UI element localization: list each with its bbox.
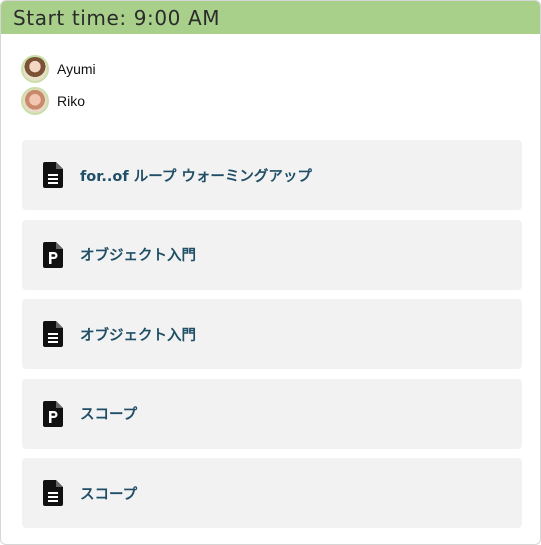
member-item[interactable]: Riko: [21, 85, 540, 117]
activity-title: オブジェクト入門: [80, 248, 196, 264]
activity-title: for..of ループ ウォーミングアップ: [80, 168, 312, 185]
activity-title: スコープ: [80, 407, 138, 423]
activity-title: スコープ: [80, 486, 138, 503]
avatar: [21, 87, 49, 115]
member-name: Ayumi: [57, 61, 96, 77]
document-lines-icon: [43, 162, 63, 188]
member-list: Ayumi Riko: [1, 34, 540, 117]
start-time-title: Start time: 9:00 AM: [13, 5, 221, 30]
document-lines-icon: [43, 321, 63, 347]
activity-title: オブジェクト入門: [80, 327, 196, 344]
member-item[interactable]: Ayumi: [21, 53, 540, 85]
activity-list: for..of ループ ウォーミングアップ オブジェクト入門 オブジェクト入門 …: [22, 140, 522, 538]
activity-item[interactable]: スコープ: [22, 378, 522, 449]
document-p-icon: [43, 241, 63, 268]
avatar: [21, 55, 49, 83]
activity-item[interactable]: for..of ループ ウォーミングアップ: [22, 140, 522, 210]
document-lines-icon: [43, 480, 63, 506]
session-header: Start time: 9:00 AM: [1, 1, 540, 34]
session-card: Start time: 9:00 AM Ayumi Riko for..of ル…: [0, 0, 541, 545]
member-name: Riko: [57, 93, 86, 109]
activity-item[interactable]: スコープ: [22, 458, 522, 528]
activity-item[interactable]: オブジェクト入門: [22, 299, 522, 369]
activity-item[interactable]: オブジェクト入門: [22, 219, 522, 290]
document-p-icon: [43, 400, 63, 427]
